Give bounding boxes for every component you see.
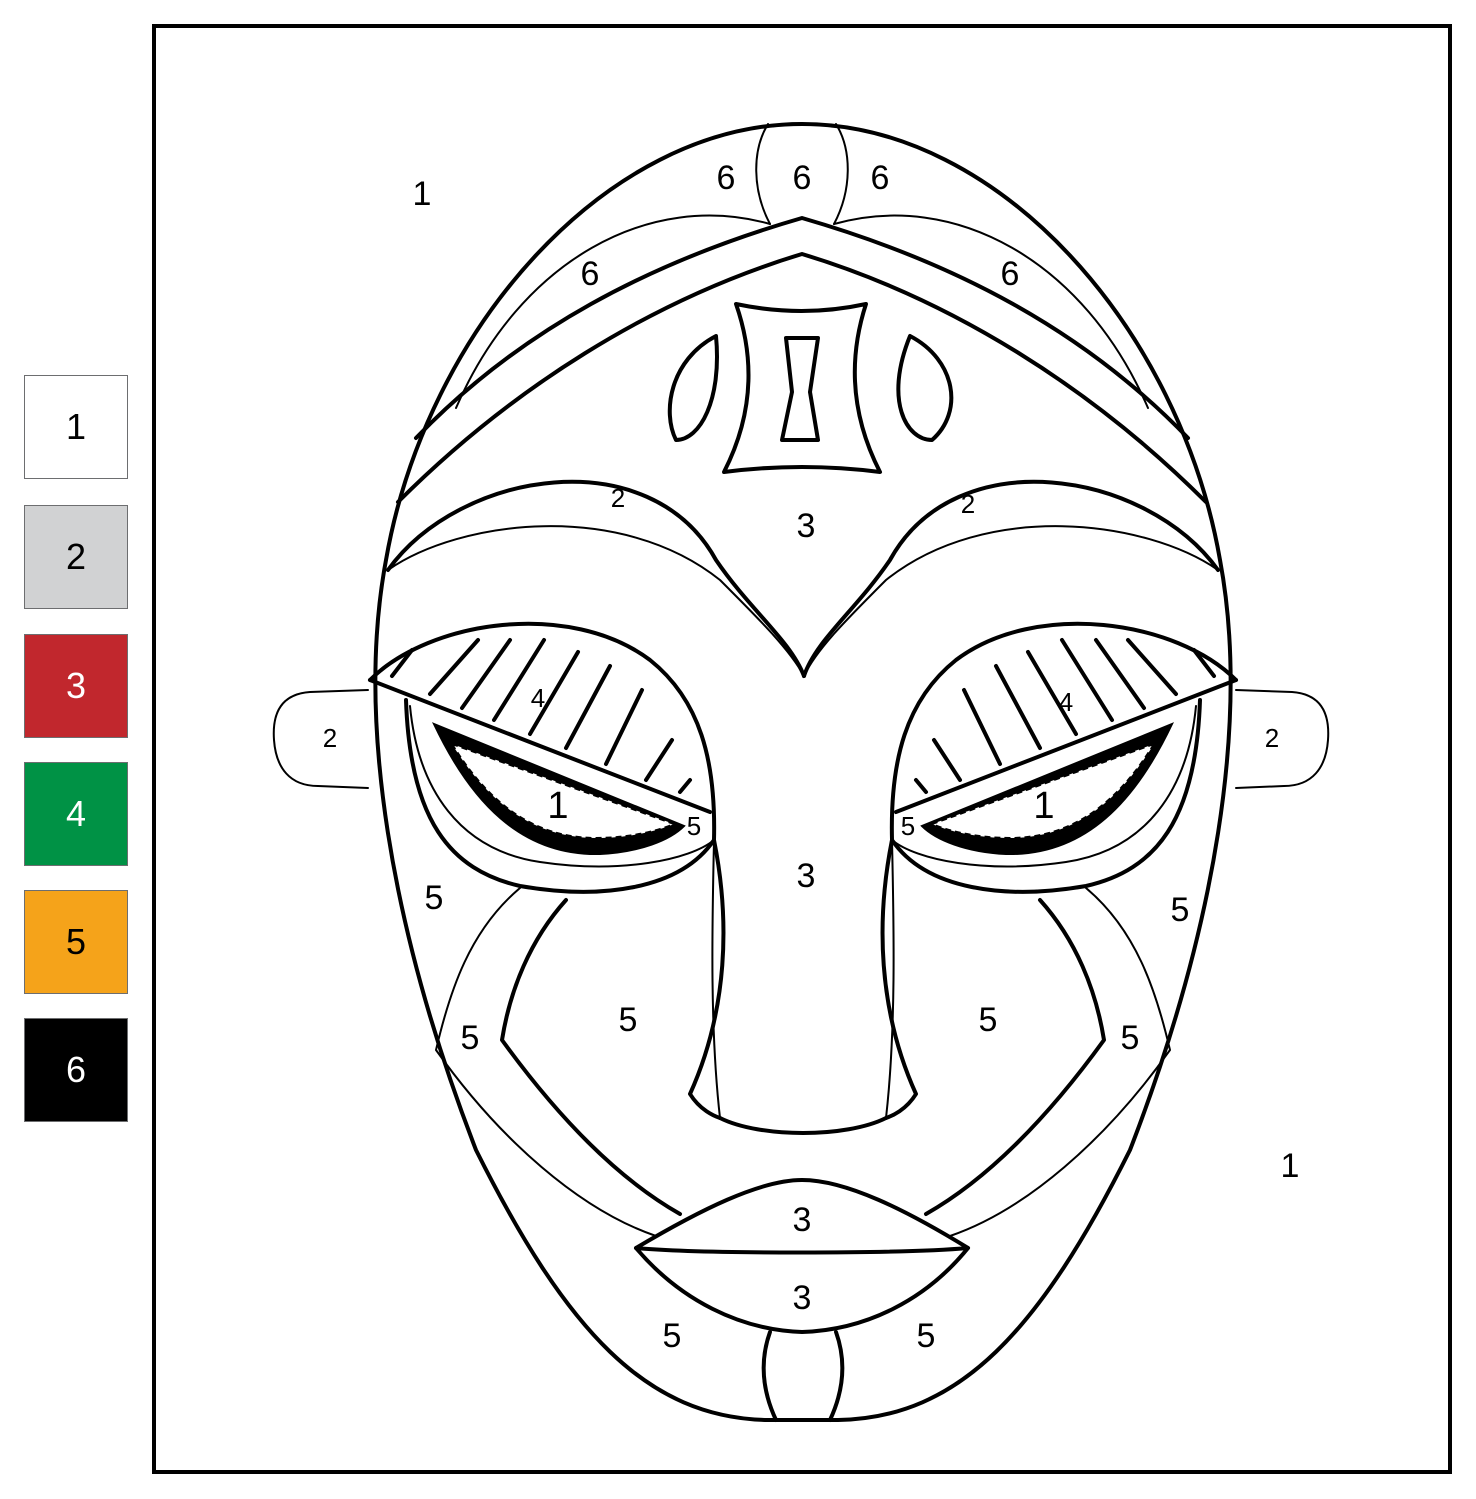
- right-ear: [1235, 689, 1330, 789]
- label-lid-left: 4: [531, 683, 545, 713]
- label-cheek-outer-right: 5: [1171, 891, 1190, 929]
- forehead-hourglass-icon: [722, 302, 882, 474]
- brow-right-outer: [802, 479, 1220, 678]
- nose-left-side: [688, 838, 726, 1120]
- label-band-left: 6: [581, 255, 600, 293]
- label-crown-left: 6: [717, 159, 736, 197]
- chin-left: [761, 1330, 778, 1422]
- label-forehead: 3: [797, 507, 816, 545]
- label-nose: 3: [797, 857, 816, 895]
- label-ear-right: 2: [1265, 723, 1279, 753]
- cheek-left-outer: [435, 887, 657, 1237]
- forehead-moon-right-icon: [896, 334, 954, 442]
- brow-left-outer: [386, 479, 806, 678]
- label-eye-corner-left: 5: [687, 811, 701, 841]
- nose-bottom: [718, 1116, 888, 1135]
- crown-divider-left: [755, 123, 771, 225]
- label-crown-right: 6: [871, 159, 890, 197]
- label-lid-right: 4: [1059, 687, 1073, 717]
- label-background-bottom: 1: [1281, 1147, 1300, 1185]
- cheek-right-outer: [949, 887, 1171, 1237]
- headband-top: [414, 216, 1190, 440]
- label-background-top: 1: [413, 175, 432, 213]
- label-eye-corner-right: 5: [901, 811, 915, 841]
- coloring-page: 1 1 6 6 6 6 6 2 2 3 2 2 4 4 1 1 5 5 3 5 …: [152, 24, 1452, 1474]
- label-chin-right: 5: [917, 1317, 936, 1355]
- label-cheek-outer-left: 5: [425, 879, 444, 917]
- label-cheek-lower-left: 5: [461, 1019, 480, 1057]
- forehead-bar-icon: [780, 336, 820, 442]
- label-eye-left: 1: [547, 785, 568, 827]
- nose-right-side: [880, 838, 918, 1120]
- brow-left-inner: [387, 525, 805, 677]
- left-ear: [272, 689, 369, 789]
- cheek-right-inner: [924, 898, 1106, 1216]
- label-eye-right: 1: [1033, 785, 1054, 827]
- headband-bottom: [396, 252, 1208, 504]
- label-ear-left: 2: [323, 723, 337, 753]
- label-lip-lower: 3: [793, 1279, 812, 1317]
- forehead-moon-left-icon: [667, 334, 719, 442]
- label-band-right: 6: [1001, 255, 1020, 293]
- label-crown-center: 6: [793, 159, 812, 197]
- cheek-left-inner: [500, 898, 682, 1216]
- chin-right: [828, 1330, 845, 1422]
- crown-divider-right: [833, 123, 849, 225]
- page-frame: [152, 24, 1452, 1474]
- label-cheek-lower-right: 5: [1121, 1019, 1140, 1057]
- label-lip-upper: 3: [793, 1201, 812, 1239]
- brow-right-inner: [803, 525, 1219, 677]
- label-chin-left: 5: [663, 1317, 682, 1355]
- label-brow-right: 2: [961, 489, 975, 519]
- label-cheek-inner-right: 5: [979, 1001, 998, 1039]
- label-brow-left: 2: [611, 483, 625, 513]
- label-cheek-inner-left: 5: [619, 1001, 638, 1039]
